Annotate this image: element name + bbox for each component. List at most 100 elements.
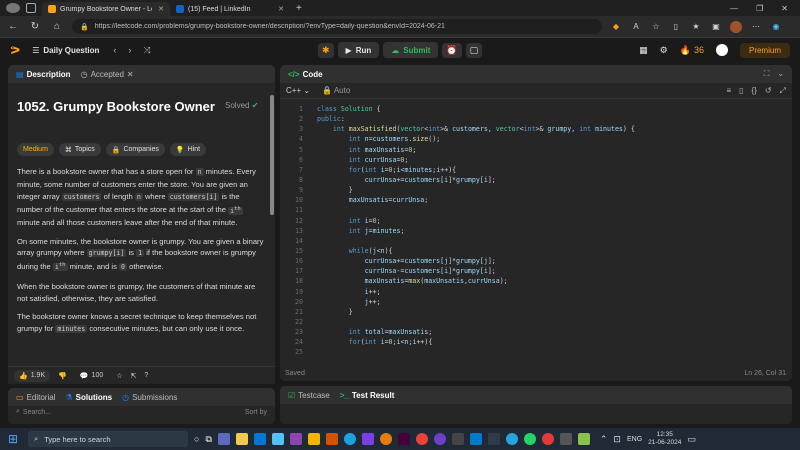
topics-chip[interactable]: ⌘ Topics	[58, 143, 101, 156]
tab-leetcode[interactable]: Grumpy Bookstore Owner - Leet ✕	[42, 2, 170, 16]
maximize-icon[interactable]: ❐	[756, 4, 763, 13]
clock[interactable]: 12:35 21-06-2024	[648, 431, 681, 447]
tab-submissions[interactable]: ◷ Submissions	[122, 393, 177, 402]
windows-start-icon[interactable]: ⊞	[4, 432, 22, 446]
window-close-icon[interactable]: ✕	[781, 4, 788, 13]
app-icon[interactable]	[577, 433, 590, 445]
leetcode-logo-icon[interactable]: ᕗ	[10, 44, 20, 57]
read-aloud-icon[interactable]: A	[630, 21, 642, 33]
tab-test-result[interactable]: >_ Test Result	[340, 391, 395, 400]
mail-icon[interactable]	[253, 433, 266, 445]
photos-icon[interactable]	[271, 433, 284, 445]
tab-accepted[interactable]: ◷ Accepted ✕	[81, 70, 134, 79]
profile-icon[interactable]	[6, 3, 20, 13]
companies-chip[interactable]: 🔒 Companies	[105, 143, 165, 156]
share-icon[interactable]: ⇱	[131, 372, 137, 380]
solutions-search-input[interactable]: Search...	[23, 409, 51, 416]
copilot-icon[interactable]: ◉	[770, 21, 782, 33]
run-button[interactable]: ▶ Run	[337, 42, 380, 58]
reset-icon[interactable]: ↺	[765, 86, 772, 96]
expand-icon[interactable]: ⛶	[764, 69, 770, 79]
profile-avatar-icon[interactable]	[730, 20, 742, 33]
chat-icon[interactable]	[217, 433, 230, 445]
settings-gear-icon[interactable]: ⚙	[660, 45, 668, 56]
dreamweaver-icon[interactable]	[397, 433, 410, 445]
edge-icon[interactable]	[343, 433, 356, 445]
chrome-icon[interactable]	[415, 433, 428, 445]
notes-app-icon[interactable]	[325, 433, 338, 445]
user-avatar[interactable]	[715, 44, 728, 56]
tab-testcase[interactable]: ☑ Testcase	[288, 391, 330, 400]
taskbar-search[interactable]: ⌕ Type here to search	[28, 431, 188, 447]
comments-button[interactable]: 💬 100	[75, 370, 108, 382]
favorites-bar-icon[interactable]: ★	[690, 21, 702, 33]
cortana-icon[interactable]: ○	[194, 434, 199, 444]
more-icon[interactable]: ⋯	[750, 21, 762, 33]
submit-button[interactable]: ☁ Submit	[383, 42, 439, 58]
close-icon[interactable]: ✕	[127, 70, 134, 79]
terminal-app-icon[interactable]	[487, 433, 500, 445]
github-icon[interactable]	[433, 433, 446, 445]
minimize-icon[interactable]: —	[730, 4, 738, 13]
language-select[interactable]: C++ ⌄	[286, 86, 310, 95]
task-view-icon[interactable]: ⧉	[205, 434, 211, 445]
shuffle-icon[interactable]: ⤨	[143, 45, 150, 56]
telegram-icon[interactable]	[505, 433, 518, 445]
intellij-icon[interactable]	[361, 433, 374, 445]
code-editor[interactable]: 1 class Solution { 2 public: 3 int maxSati…	[283, 104, 790, 362]
next-icon[interactable]: ›	[128, 45, 131, 55]
streak-counter[interactable]: 🔥 36	[680, 45, 704, 56]
dislike-button[interactable]: 👎	[58, 372, 67, 380]
braces-icon[interactable]: {}	[752, 86, 757, 96]
notes-icon[interactable]: ▢	[465, 42, 483, 58]
autocomplete-toggle[interactable]: 🔒 Auto	[322, 86, 350, 95]
star-icon[interactable]: ☆	[116, 372, 122, 380]
like-button[interactable]: 👍 1.9K	[14, 369, 51, 382]
store-icon[interactable]	[307, 433, 320, 445]
collections-icon[interactable]: ▣	[710, 21, 722, 33]
timer-icon[interactable]: ⏰	[442, 42, 462, 58]
tab-solutions[interactable]: ⚗ Solutions	[65, 393, 112, 402]
hint-chip[interactable]: 💡 Hint	[169, 143, 207, 156]
blender-icon[interactable]	[379, 433, 392, 445]
format-icon[interactable]: ≡	[726, 86, 731, 96]
new-tab-icon[interactable]: +	[296, 3, 302, 14]
refresh-icon[interactable]: ↻	[28, 21, 42, 32]
bookmark-icon[interactable]: ▯	[739, 86, 743, 96]
daily-question-link[interactable]: ☰ Daily Question	[32, 46, 99, 55]
tab-code[interactable]: </> Code	[288, 70, 323, 79]
extension-icon[interactable]: ◆	[610, 21, 622, 33]
close-icon[interactable]: ✕	[158, 5, 164, 13]
home-icon[interactable]: ⌂	[50, 21, 64, 32]
whatsapp-icon[interactable]	[523, 433, 536, 445]
panel-menu-icon[interactable]: ⌄	[777, 69, 784, 79]
settings-icon[interactable]	[559, 433, 572, 445]
help-icon[interactable]: ?	[144, 372, 148, 379]
premium-button[interactable]: Premium	[739, 42, 790, 58]
tab-description[interactable]: ▤ Description	[16, 70, 71, 79]
scrollbar[interactable]	[270, 95, 274, 215]
file-explorer-icon[interactable]	[235, 433, 248, 445]
split-screen-icon[interactable]: ▯	[670, 21, 682, 33]
tab-editorial[interactable]: ▭ Editorial	[16, 393, 55, 402]
tab-linkedin[interactable]: (15) Feed | LinkedIn ✕	[170, 2, 290, 16]
back-icon[interactable]: ←	[6, 21, 20, 32]
visual-studio-icon[interactable]	[289, 433, 302, 445]
input-language[interactable]: ENG	[627, 436, 642, 443]
layout-icon[interactable]: ▦	[639, 45, 648, 56]
difficulty-badge[interactable]: Medium	[17, 143, 54, 156]
notification-icon[interactable]: ▭	[687, 434, 696, 445]
url-field[interactable]: 🔒 https://leetcode.com/problems/grumpy-b…	[72, 19, 602, 34]
close-icon[interactable]: ✕	[278, 5, 284, 13]
vscode-icon[interactable]	[469, 433, 482, 445]
tray-chevron-icon[interactable]: ⌃	[600, 434, 608, 445]
favorite-icon[interactable]: ☆	[650, 21, 662, 33]
fullscreen-icon[interactable]: ⤢	[780, 86, 786, 96]
calculator-icon[interactable]	[451, 433, 464, 445]
prev-icon[interactable]: ‹	[113, 45, 116, 55]
media-icon[interactable]	[541, 433, 554, 445]
sort-dropdown[interactable]: Sort by	[245, 409, 267, 416]
tab-actions-icon[interactable]	[26, 3, 36, 13]
debug-icon[interactable]: ✱	[318, 42, 334, 58]
network-icon[interactable]: ⊡	[613, 434, 621, 445]
